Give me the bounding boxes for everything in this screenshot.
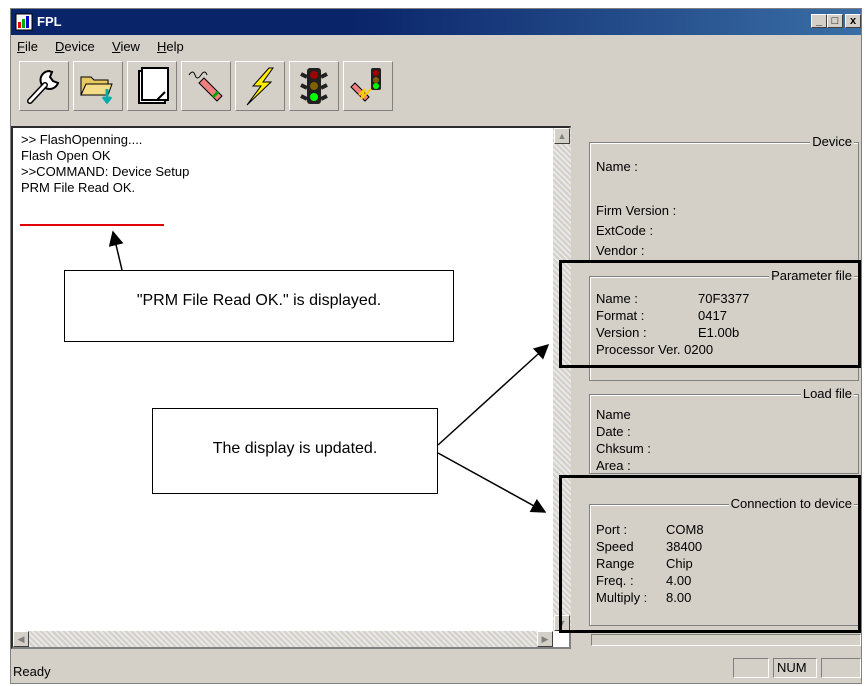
arrow-to-parameter-file	[437, 343, 550, 446]
annotation-arrows	[108, 230, 550, 513]
arrow-to-log	[108, 230, 124, 271]
arrow-to-connection	[437, 452, 547, 513]
